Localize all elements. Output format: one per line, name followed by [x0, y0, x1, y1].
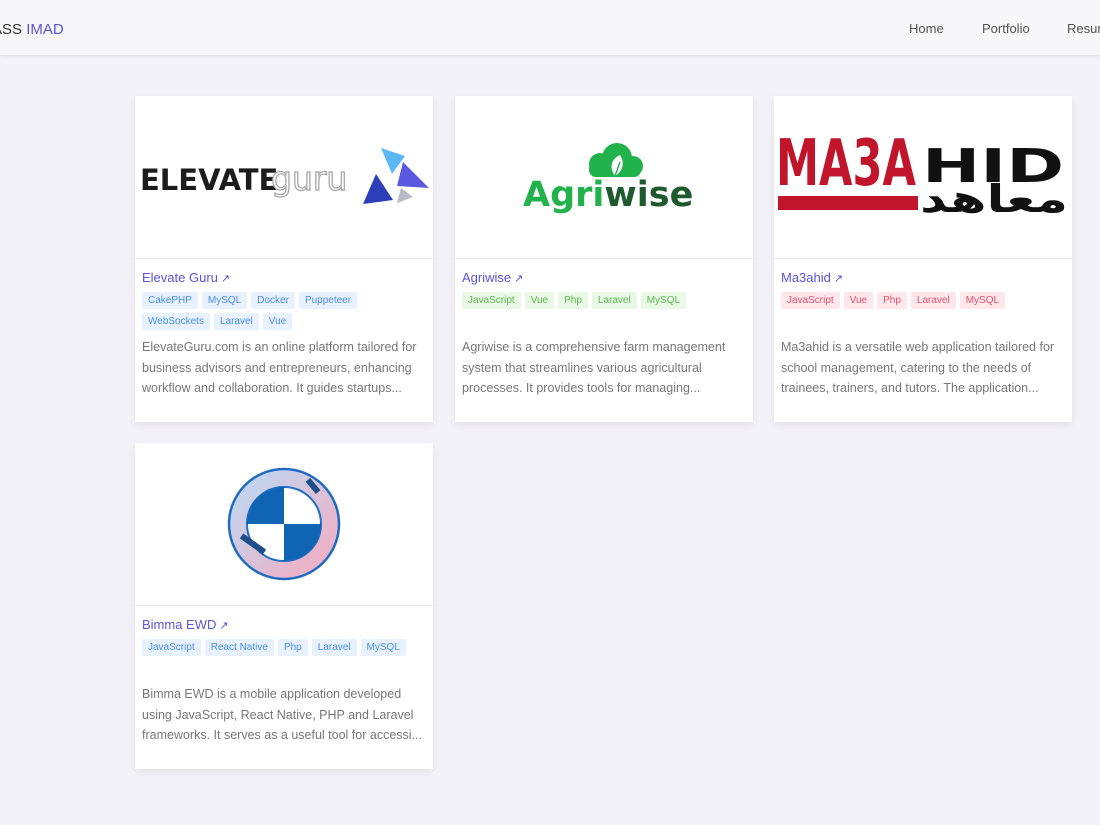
- external-link-icon: ↗: [514, 273, 524, 285]
- tech-tag: MySQL: [360, 639, 406, 656]
- tech-tag: Laravel: [591, 292, 637, 309]
- tech-tag: Php: [558, 292, 588, 309]
- tech-tag: Laravel: [213, 313, 259, 330]
- tech-tag: JavaScript: [142, 639, 201, 656]
- tech-tag: JavaScript: [781, 292, 840, 309]
- svg-text:معاهد: معاهد: [920, 177, 1068, 221]
- tech-tag: MySQL: [959, 292, 1006, 309]
- external-link-icon: ↗: [220, 273, 231, 285]
- project-description: ElevateGuru.com is an online platform ta…: [142, 340, 417, 395]
- tech-tags: JavaScript Vue Php Laravel MySQL: [781, 292, 1065, 330]
- external-link-icon: ↗: [833, 273, 844, 285]
- agriwise-logo: Agriwise: [455, 96, 753, 259]
- tech-tag: WebSockets: [142, 313, 210, 330]
- navbar: ASS IMAD Home Portfolio Resume: [0, 0, 1100, 56]
- tech-tag: Vue: [262, 313, 293, 330]
- project-card-ma3ahid[interactable]: MA3A HID معاهد Ma3ahid ↗ JavaScript Vue P…: [774, 96, 1072, 422]
- nav-resume-link[interactable]: Resume: [1067, 21, 1100, 36]
- elevate-guru-logo: ELEVATE guru: [135, 96, 433, 259]
- tech-tag: Php: [277, 639, 308, 656]
- svg-text:Agriwise: Agriwise: [523, 175, 693, 215]
- project-title-link[interactable]: Bimma EWD ↗: [142, 617, 229, 632]
- brand-prefix: ASS: [0, 21, 23, 38]
- bimma-ewd-logo: [135, 443, 433, 606]
- project-title-link[interactable]: Elevate Guru ↗: [142, 270, 230, 285]
- project-title-link[interactable]: Ma3ahid ↗: [781, 270, 843, 285]
- svg-text:ELEVATE: ELEVATE: [140, 163, 278, 197]
- project-card-agriwise[interactable]: Agriwise Agriwise ↗ JavaScript Vue Php La…: [455, 96, 753, 422]
- tech-tag: Laravel: [910, 292, 956, 309]
- brand-accent: IMAD: [26, 21, 64, 38]
- nav-portfolio-link[interactable]: Portfolio: [982, 21, 1030, 36]
- project-description: Ma3ahid is a versatile web application t…: [781, 340, 1055, 395]
- tech-tag: React Native: [204, 639, 274, 656]
- nav-home-link[interactable]: Home: [909, 21, 944, 36]
- tech-tags: JavaScript Vue Php Laravel MySQL: [462, 292, 746, 330]
- project-card-bimma-ewd[interactable]: Bimma EWD ↗ JavaScript React Native Php L…: [135, 443, 433, 769]
- tech-tag: MySQL: [640, 292, 687, 309]
- svg-text:MA3A: MA3A: [776, 127, 916, 201]
- external-link-icon: ↗: [219, 620, 229, 632]
- tech-tag: Docker: [251, 292, 295, 309]
- brand-logo[interactable]: ASS IMAD: [0, 21, 64, 38]
- tech-tag: MySQL: [201, 292, 248, 309]
- ma3ahid-logo-graphic: MA3A HID معاهد: [776, 127, 1068, 221]
- bimma-ewd-logo-graphic: [227, 467, 341, 580]
- tech-tag: JavaScript: [462, 292, 521, 309]
- elevate-guru-logo-graphic: ELEVATE guru: [140, 147, 429, 204]
- tech-tag: Puppeteer: [298, 292, 358, 309]
- tech-tag: CakePHP: [142, 292, 198, 309]
- tech-tags: JavaScript React Native Php Laravel MySQ…: [142, 639, 426, 677]
- tech-tags: CakePHP MySQL Docker Puppeteer WebSocket…: [142, 292, 426, 330]
- svg-text:guru: guru: [271, 159, 347, 198]
- agriwise-logo-graphic: Agriwise: [523, 142, 693, 215]
- project-description: Bimma EWD is a mobile application develo…: [142, 687, 422, 742]
- tech-tag: Laravel: [311, 639, 357, 656]
- ma3ahid-logo: MA3A HID معاهد: [774, 96, 1072, 259]
- project-card-elevate-guru[interactable]: ELEVATE guru Elevate Guru ↗ CakePHP MySQL…: [135, 96, 433, 422]
- project-title-link[interactable]: Agriwise ↗: [462, 270, 523, 285]
- project-description: Agriwise is a comprehensive farm managem…: [462, 340, 726, 395]
- tech-tag: Vue: [843, 292, 874, 309]
- tech-tag: Php: [877, 292, 907, 309]
- tech-tag: Vue: [524, 292, 555, 309]
